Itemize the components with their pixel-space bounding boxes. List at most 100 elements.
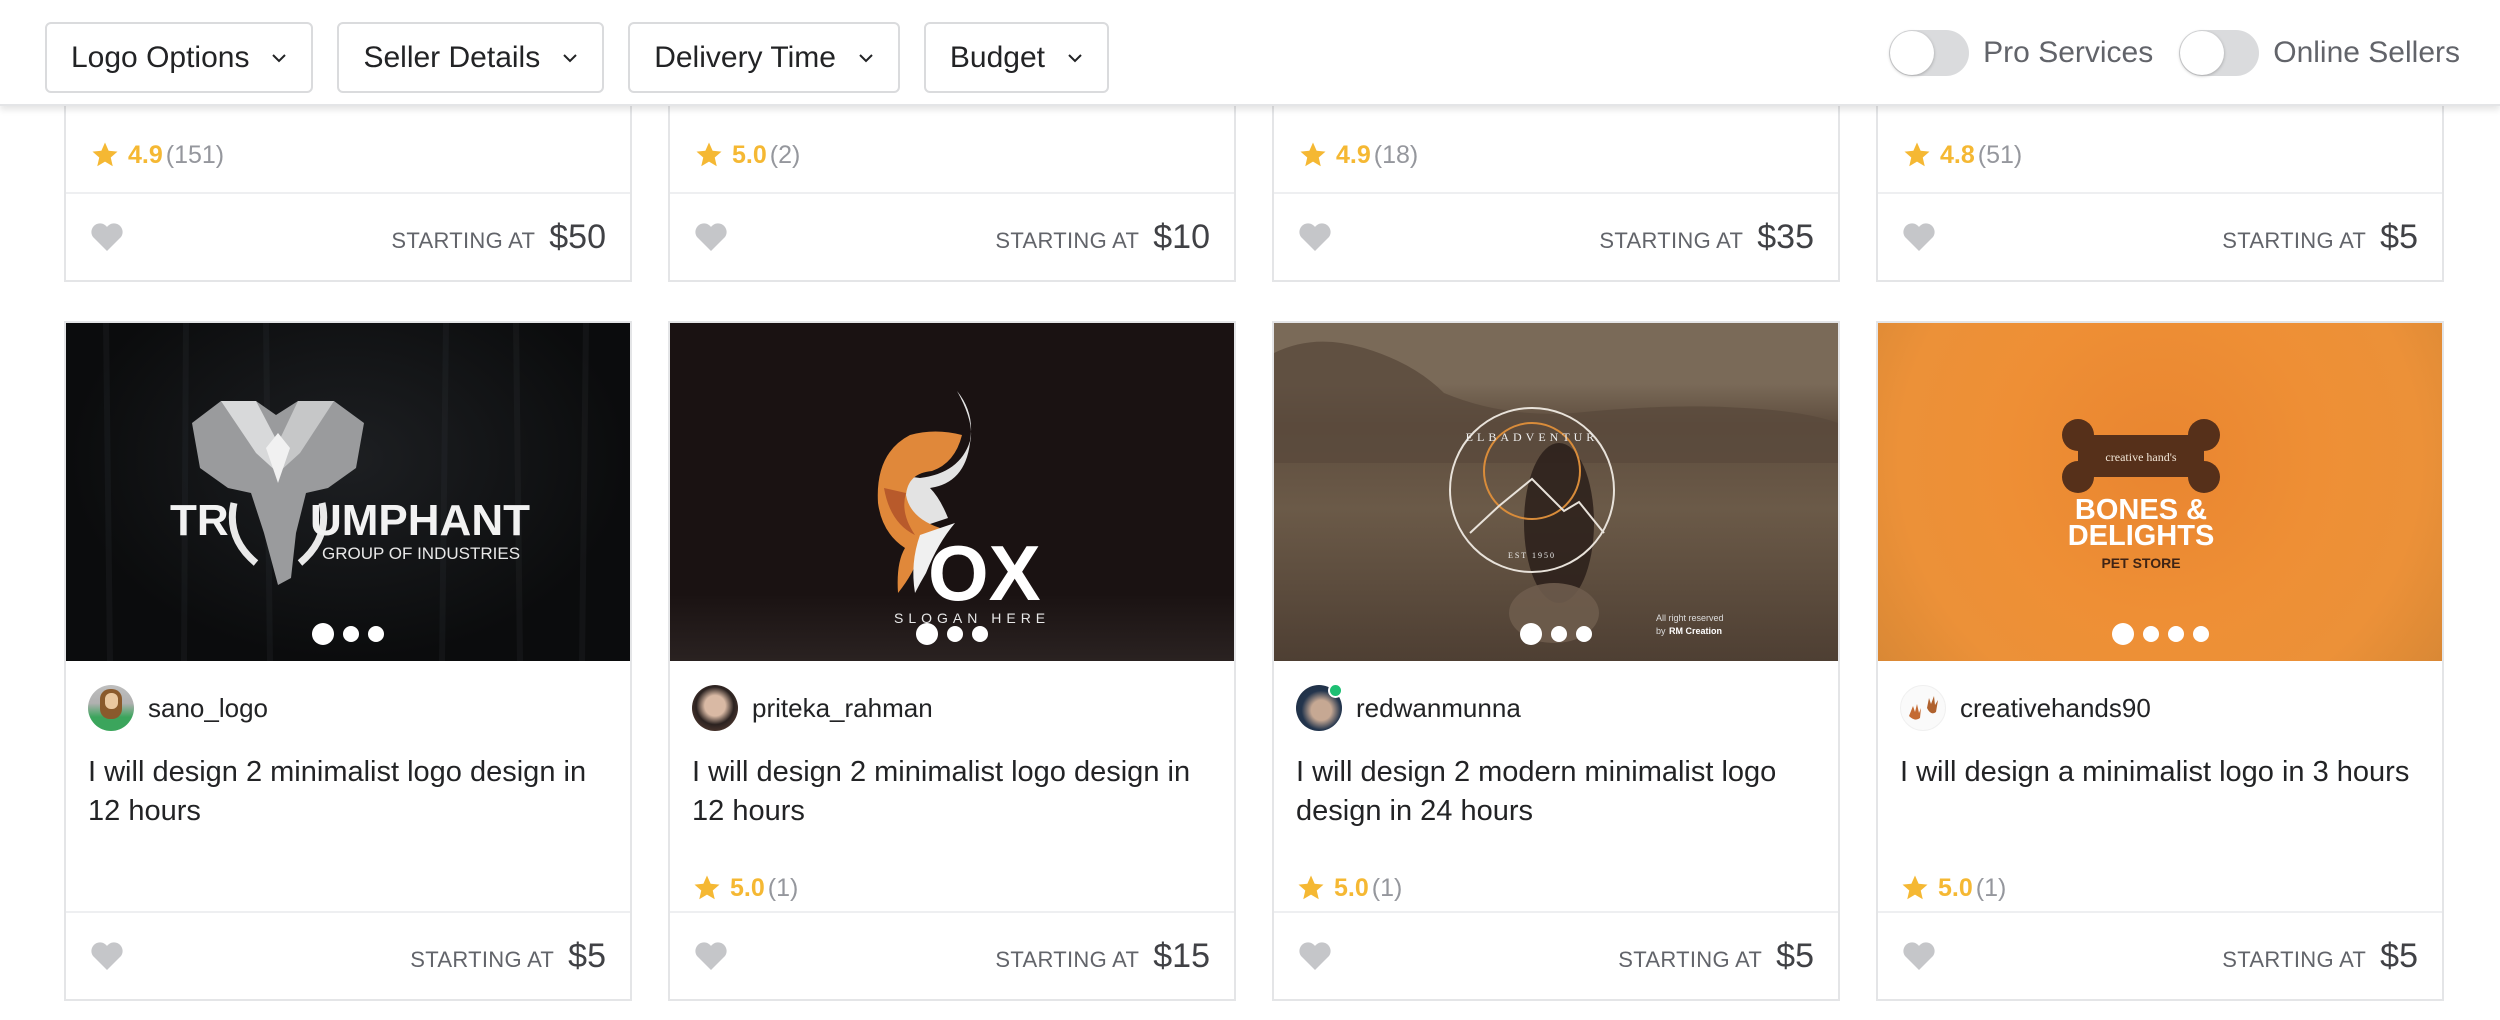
filter-logo-options[interactable]: Logo Options xyxy=(45,22,314,93)
chevron-down-icon xyxy=(1068,53,1082,62)
rating-count: (151) xyxy=(165,140,225,169)
seller-link[interactable]: priteka_rahman xyxy=(692,685,933,731)
price-value: $10 xyxy=(1153,217,1210,256)
carousel-dots xyxy=(1878,623,2442,645)
gig-title[interactable]: I will design 2 minimalist logo design i… xyxy=(88,753,608,831)
rating-score: 4.9 xyxy=(1336,140,1371,169)
rating-score: 4.9 xyxy=(128,140,163,169)
image-title: ELBADVENTUR xyxy=(1466,430,1599,444)
seller-link[interactable]: redwanmunna xyxy=(1296,683,1521,731)
carousel-dot[interactable] xyxy=(2167,626,2184,642)
heart-icon[interactable] xyxy=(694,941,728,971)
carousel-dot[interactable] xyxy=(343,626,359,642)
rating-score: 5.0 xyxy=(730,873,765,902)
star-icon xyxy=(1904,142,1930,167)
heart-icon[interactable] xyxy=(90,222,124,252)
filter-delivery-time[interactable]: Delivery Time xyxy=(628,22,900,93)
rating-score: 5.0 xyxy=(1938,873,1973,902)
carousel-dot[interactable] xyxy=(947,626,963,642)
starting-at-label: STARTING AT xyxy=(1618,946,1763,972)
online-sellers-toggle[interactable]: Online Sellers xyxy=(2179,30,2460,76)
seller-name: priteka_rahman xyxy=(752,692,933,723)
gig-image-adventure-logo[interactable]: ELBADVENTUR EST 1950 All right reserved … xyxy=(1274,323,1838,661)
gig-image-pet-store-logo[interactable]: creative hand's BONES & DELIGHTS PET STO… xyxy=(1878,323,2442,661)
rating: 4.8 (51) xyxy=(1902,140,2022,170)
price[interactable]: STARTING AT $10 xyxy=(995,218,1210,257)
gig-card: creative hand's BONES & DELIGHTS PET STO… xyxy=(1876,321,2444,1001)
filter-seller-details[interactable]: Seller Details xyxy=(337,22,605,93)
card-footer: STARTING AT $10 xyxy=(670,192,1234,280)
price[interactable]: STARTING AT $35 xyxy=(1599,218,1814,257)
image-title-line2: DELIGHTS xyxy=(2068,520,2215,552)
rating-score: 5.0 xyxy=(1334,873,1369,902)
star-icon xyxy=(1902,875,1928,900)
gig-card: 4.9 (18) STARTING AT $35 xyxy=(1272,100,1840,282)
star-icon xyxy=(1300,142,1326,167)
adventure-logo-artwork: ELBADVENTUR EST 1950 All right reserved … xyxy=(1274,341,1838,643)
star-icon xyxy=(1298,875,1324,900)
price-value: $5 xyxy=(568,936,606,975)
rating-count: (1) xyxy=(1371,873,1403,902)
image-subtitle: PET STORE xyxy=(2101,555,2180,571)
price[interactable]: STARTING AT $15 xyxy=(995,937,1210,976)
carousel-dot[interactable] xyxy=(312,623,334,645)
price[interactable]: STARTING AT $5 xyxy=(2222,218,2418,257)
seller-avatar[interactable] xyxy=(1900,685,1946,731)
seller-avatar[interactable] xyxy=(1296,683,1343,731)
rating-score: 5.0 xyxy=(732,140,767,169)
gig-title[interactable]: I will design 2 minimalist logo design i… xyxy=(692,753,1212,831)
price[interactable]: STARTING AT $5 xyxy=(410,937,606,976)
seller-link[interactable]: creativehands90 xyxy=(1900,685,2151,731)
price[interactable]: STARTING AT $5 xyxy=(1618,937,1814,976)
carousel-dot[interactable] xyxy=(2192,626,2209,642)
gig-card: TR UMPHANT GROUP OF INDUSTRIES sano_logo… xyxy=(64,321,632,1001)
card-footer: STARTING AT $15 xyxy=(670,911,1234,999)
filter-budget[interactable]: Budget xyxy=(923,22,1109,93)
price-value: $5 xyxy=(2380,217,2418,256)
toggle-group: Pro Services Online Sellers xyxy=(1889,30,2460,76)
price[interactable]: STARTING AT $50 xyxy=(391,218,606,257)
rating-count: (1) xyxy=(1975,873,2007,902)
carousel-dot[interactable] xyxy=(1576,626,1592,642)
gig-card: 5.0 (2) STARTING AT $10 xyxy=(668,100,1236,282)
heart-icon[interactable] xyxy=(694,222,728,252)
seller-avatar[interactable] xyxy=(88,685,134,731)
toggle-switch[interactable] xyxy=(1889,30,1970,76)
price[interactable]: STARTING AT $5 xyxy=(2222,937,2418,976)
carousel-dot[interactable] xyxy=(916,623,938,645)
heart-icon[interactable] xyxy=(1902,222,1936,252)
seller-avatar[interactable] xyxy=(692,685,738,731)
seller-name: sano_logo xyxy=(148,692,268,723)
heart-icon[interactable] xyxy=(1902,941,1936,971)
carousel-dot[interactable] xyxy=(1520,623,1542,645)
carousel-dot[interactable] xyxy=(972,626,988,642)
heart-icon[interactable] xyxy=(90,941,124,971)
seller-link[interactable]: sano_logo xyxy=(88,685,268,731)
heart-icon[interactable] xyxy=(1298,941,1332,971)
starting-at-label: STARTING AT xyxy=(391,227,536,253)
gig-image-fox-logo[interactable]: OX SLOGAN HERE xyxy=(670,323,1234,661)
carousel-dot[interactable] xyxy=(1551,626,1567,642)
star-icon xyxy=(92,142,118,167)
filter-dropdowns: Logo Options Seller Details Delivery Tim… xyxy=(45,22,1109,93)
card-footer: STARTING AT $5 xyxy=(1274,911,1838,999)
rating: 4.9 (18) xyxy=(1298,140,1418,170)
image-title: OX xyxy=(928,529,1041,617)
price-value: $50 xyxy=(549,217,606,256)
toggle-switch[interactable] xyxy=(2179,30,2260,76)
image-subtitle: GROUP OF INDUSTRIES xyxy=(322,544,520,563)
pro-services-toggle[interactable]: Pro Services xyxy=(1889,30,2153,76)
toggle-label: Online Sellers xyxy=(2273,36,2460,69)
heart-icon[interactable] xyxy=(1298,222,1332,252)
gig-image-elephant-logo[interactable]: TR UMPHANT GROUP OF INDUSTRIES xyxy=(66,323,630,661)
carousel-dot[interactable] xyxy=(2111,623,2134,645)
carousel-dot[interactable] xyxy=(368,626,384,642)
carousel-dot[interactable] xyxy=(2142,626,2159,642)
image-subtitle: EST 1950 xyxy=(1508,551,1556,560)
carousel-dots xyxy=(1274,623,1838,645)
gig-title[interactable]: I will design 2 modern minimalist logo d… xyxy=(1296,753,1816,831)
starting-at-label: STARTING AT xyxy=(995,946,1140,972)
price-value: $5 xyxy=(1776,936,1814,975)
gig-title[interactable]: I will design a minimalist logo in 3 hou… xyxy=(1900,753,2420,792)
card-footer: STARTING AT $5 xyxy=(66,911,630,999)
